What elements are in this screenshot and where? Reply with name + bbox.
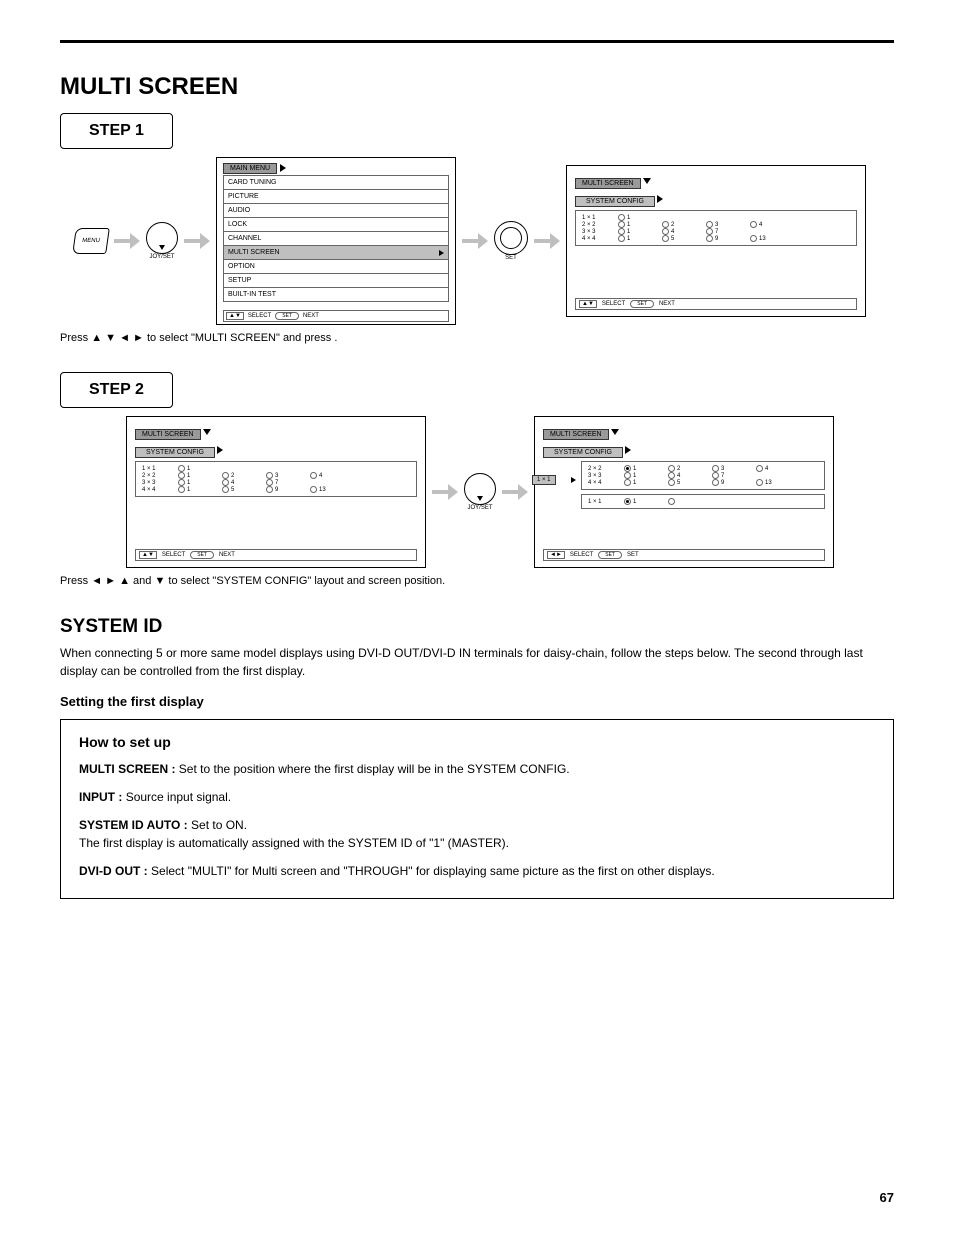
menu-item: PICTURE — [223, 189, 449, 204]
ms-footer: ▲▼ SELECT SET NEXT — [575, 298, 857, 310]
step1-instruction: Press ▲ ▼ ◄ ► to select "MULTI SCREEN" a… — [60, 331, 894, 346]
set-button-icon — [494, 221, 528, 255]
set-pill-icon: SET — [275, 312, 299, 320]
ms-title: MULTI SCREEN — [575, 178, 641, 189]
menu-item: AUDIO — [223, 203, 449, 218]
ms-title: MULTI SCREEN — [135, 429, 201, 440]
step2-instruction: Press ◄ ► ▲ and ▼ to select "SYSTEM CONF… — [60, 574, 894, 589]
triangle-icon — [280, 164, 286, 172]
multiscreen-left: MULTI SCREEN SYSTEM CONFIG 1 × 11 2 × 21… — [126, 416, 426, 568]
step2-flow: MULTI SCREEN SYSTEM CONFIG 1 × 11 2 × 21… — [60, 416, 894, 568]
arrow-glyphs: ▼ — [154, 575, 168, 587]
triangle-down-icon — [611, 429, 619, 435]
joystick-icon — [146, 222, 178, 254]
multiscreen-screen: MULTI SCREEN SYSTEM CONFIG 1 × 11 2 × 21… — [566, 165, 866, 317]
how-to-title: How to set up — [79, 734, 875, 750]
ms-options-panel: 2 × 21234 3 × 3147 4 × 415913 — [581, 461, 825, 490]
system-id-heading: SYSTEM ID — [60, 616, 894, 638]
ms-options-panel-extra: 1 × 11 — [581, 494, 825, 509]
how-item: DVI-D OUT : Select "MULTI" for Multi scr… — [79, 862, 875, 880]
updown-icon: ▲▼ — [139, 551, 157, 559]
menu-item: CARD TUNING — [223, 175, 449, 190]
ms-options-panel: 1 × 11 2 × 21234 3 × 3147 4 × 415913 — [135, 461, 417, 497]
how-to-setup-box: How to set up MULTI SCREEN : Set to the … — [60, 719, 894, 899]
side-label: 1 × 1 — [532, 475, 556, 485]
how-item: INPUT : Source input signal. — [79, 788, 875, 806]
main-menu-title: MAIN MENU — [223, 163, 277, 174]
first-display-heading: Setting the first display — [60, 694, 894, 709]
arrow-glyphs: ◄ ► ▲ — [91, 575, 133, 587]
updown-icon: ▲▼ — [226, 312, 244, 320]
step1-label: STEP 1 — [60, 113, 173, 149]
page-title: MULTI SCREEN — [60, 73, 894, 101]
ms-sub: SYSTEM CONFIG — [135, 447, 215, 458]
arrow-icon — [462, 236, 488, 246]
step1-flow: MENU JOY/SET MAIN MENU CARD TUNING PICTU… — [60, 157, 894, 325]
triangle-down-icon — [643, 178, 651, 184]
how-item: SYSTEM ID AUTO : Set to ON. The first di… — [79, 816, 875, 852]
arrow-glyphs: ▲ ▼ ◄ ► — [91, 332, 147, 344]
ms-options-panel: 1 × 11 2 × 21234 3 × 3147 4 × 415913 — [575, 210, 857, 246]
arrow-icon — [502, 487, 528, 497]
menu-footer: ▲▼ SELECT SET NEXT — [223, 310, 449, 322]
ms-sub: SYSTEM CONFIG — [543, 447, 623, 458]
triangle-icon — [571, 477, 576, 483]
triangle-icon — [439, 250, 444, 256]
triangle-down-icon — [203, 429, 211, 435]
menu-key-icon: MENU — [72, 228, 110, 254]
ms-sub: SYSTEM CONFIG — [575, 196, 655, 207]
system-id-intro: When connecting 5 or more same model dis… — [60, 644, 894, 680]
multiscreen-right: 1 × 1 MULTI SCREEN SYSTEM CONFIG 2 × 212… — [534, 416, 834, 568]
set-pill-icon: SET — [190, 551, 214, 559]
arrow-icon — [432, 487, 458, 497]
set-label: SET — [494, 255, 528, 261]
page-number: 67 — [880, 1190, 894, 1205]
step2-label: STEP 2 — [60, 372, 173, 408]
triangle-icon — [657, 195, 663, 203]
menu-item: BUILT-IN TEST — [223, 287, 449, 302]
joy-label: JOY/SET — [464, 505, 496, 511]
ms-footer: ◄► SELECT SET SET — [543, 549, 825, 561]
joy-label: JOY/SET — [146, 254, 178, 260]
menu-item: SETUP — [223, 273, 449, 288]
triangle-icon — [625, 446, 631, 454]
updown-icon: ▲▼ — [579, 300, 597, 308]
triangle-icon — [217, 446, 223, 454]
set-pill-icon: SET — [598, 551, 622, 559]
set-pill-icon: SET — [630, 300, 654, 308]
joystick-icon — [464, 473, 496, 505]
menu-item: CHANNEL — [223, 231, 449, 246]
arrow-icon — [114, 236, 140, 246]
ms-title: MULTI SCREEN — [543, 429, 609, 440]
menu-item: LOCK — [223, 217, 449, 232]
arrow-icon — [184, 236, 210, 246]
menu-item: OPTION — [223, 259, 449, 274]
menu-item-selected: MULTI SCREEN — [223, 245, 449, 260]
how-item: MULTI SCREEN : Set to the position where… — [79, 760, 875, 778]
arrow-icon — [534, 236, 560, 246]
ms-footer: ▲▼ SELECT SET NEXT — [135, 549, 417, 561]
main-menu-screen: MAIN MENU CARD TUNING PICTURE AUDIO LOCK… — [216, 157, 456, 325]
arrows-icon: ◄► — [547, 551, 565, 559]
